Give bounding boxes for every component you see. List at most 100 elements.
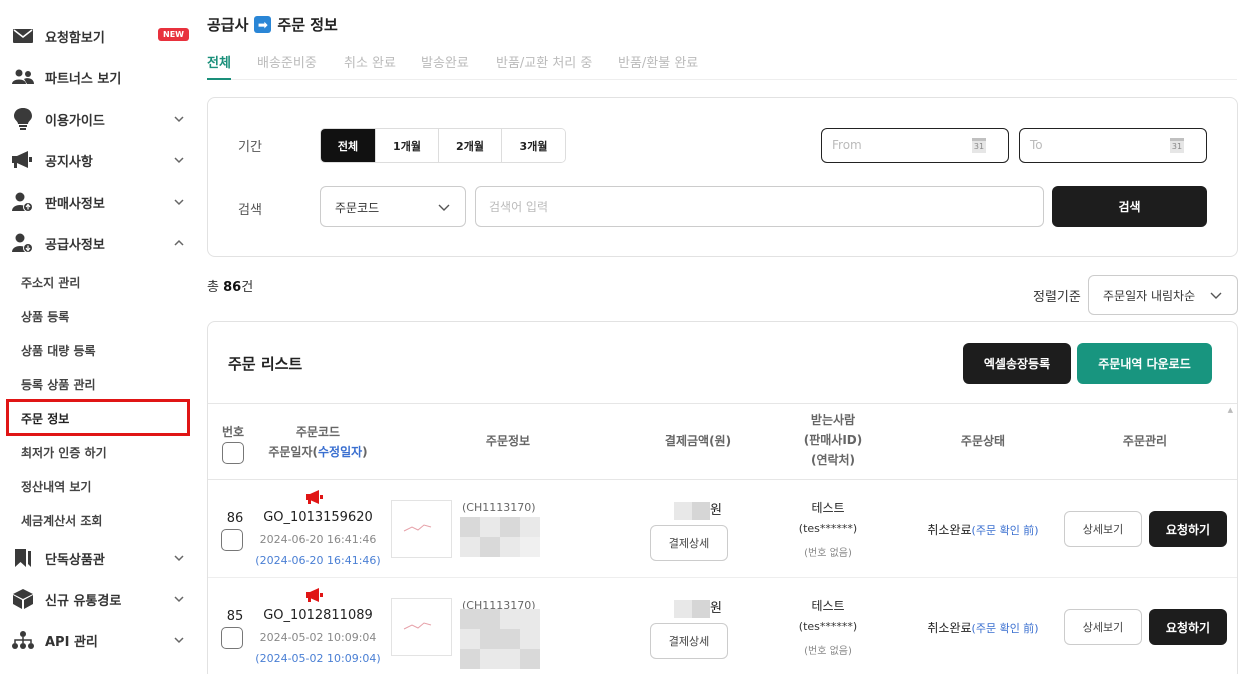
header-code: 주문코드 주문일자(수정일자) [268, 425, 368, 459]
sort-by-modified-link[interactable]: 수정일자 [318, 445, 362, 459]
tab-preparing[interactable]: 배송준비중 [257, 52, 317, 80]
sub-item-label: 주문 정보 [21, 412, 70, 426]
search-button[interactable]: 검색 [1052, 186, 1207, 227]
scroll-up-icon[interactable]: ▲ [1228, 406, 1233, 414]
tab-return-exchange[interactable]: 반품/교환 처리 중 [496, 52, 592, 80]
sidebar-item-label: 공급사정보 [45, 237, 105, 253]
modified-date: (2024-06-20 16:41:46) [255, 554, 381, 567]
search-type-select[interactable]: 주문코드 [320, 186, 466, 227]
sidebar-item-label: 요청함보기 [45, 30, 105, 46]
sidebar-item-api[interactable]: API 관리 [0, 620, 196, 660]
arrow-right-icon: ➡ [254, 16, 272, 33]
order-download-button[interactable]: 주문내역 다운로드 [1077, 343, 1212, 384]
sub-item-product-register[interactable]: 상품 등록 [21, 308, 69, 325]
table-header: 번호 주문코드 주문일자(수정일자) 주문정보 결제금액(원) 받는사람 (판매… [208, 403, 1237, 480]
user-download-icon [12, 232, 34, 254]
sidebar-item-notice[interactable]: 공지사항 [0, 140, 196, 180]
chevron-down-icon [1210, 292, 1222, 299]
order-code-cell: GO_1013159620 2024-06-20 16:41:46 (2024-… [253, 481, 383, 578]
view-detail-button[interactable]: 상세보기 [1064, 511, 1142, 547]
sidebar-item-partners[interactable]: 파트너스 보기 [0, 57, 196, 97]
sidebar-item-channel[interactable]: 신규 유통경로 [0, 579, 196, 619]
period-1month-button[interactable]: 1개월 [376, 129, 439, 162]
sub-item-tax-invoice[interactable]: 세금계산서 조회 [21, 512, 102, 529]
sidebar-item-requests[interactable]: 요청함보기 NEW [0, 16, 196, 56]
calendar-icon[interactable]: 31 [972, 138, 986, 153]
request-button[interactable]: 요청하기 [1149, 511, 1227, 547]
order-date: 2024-05-02 10:09:04 [259, 631, 377, 644]
payment-amount: 원 [648, 597, 748, 618]
payment-detail-button[interactable]: 결제상세 [650, 525, 728, 561]
amount-redacted [674, 599, 711, 618]
row-checkbox[interactable] [221, 627, 243, 649]
date-to-input[interactable]: To 31 [1019, 128, 1207, 163]
select-all-checkbox[interactable] [222, 442, 244, 464]
order-status: 취소완료(주문 확인 前) [927, 523, 1039, 537]
sub-item-lowest-price[interactable]: 최저가 인증 하기 [21, 444, 107, 461]
order-date: 2024-06-20 16:41:46 [259, 533, 377, 546]
sidebar-item-guide[interactable]: 이용가이드 [0, 99, 196, 139]
view-detail-button[interactable]: 상세보기 [1064, 609, 1142, 645]
megaphone-icon [306, 588, 323, 602]
calendar-icon[interactable]: 31 [1170, 138, 1184, 153]
payment-detail-button[interactable]: 결제상세 [650, 623, 728, 659]
order-list-panel: 주문 리스트 엑셀송장등록 주문내역 다운로드 번호 주문코드 주문일자(수정일… [207, 321, 1238, 674]
receiver-name: 테스트 [811, 599, 845, 613]
order-list-title: 주문 리스트 [228, 355, 303, 373]
chart-thumbnail-icon [403, 622, 432, 630]
tab-cancelled[interactable]: 취소 완료 [344, 52, 396, 80]
sub-item-order-info[interactable]: 주문 정보 [6, 399, 190, 436]
search-type-value: 주문코드 [335, 201, 380, 215]
header-manage: 주문관리 [1122, 434, 1168, 448]
lightbulb-icon [12, 108, 34, 130]
search-label: 검색 [238, 203, 262, 218]
sidebar-item-label: 신규 유통경로 [45, 593, 122, 609]
tab-return-refund[interactable]: 반품/환불 완료 [618, 52, 698, 80]
date-to-placeholder: To [1030, 138, 1043, 152]
header-info: 주문정보 [485, 434, 531, 448]
sidebar-item-label: API 관리 [45, 634, 98, 650]
status-detail-link[interactable]: (주문 확인 前) [972, 524, 1039, 537]
seller-id: (tes******) [798, 620, 858, 633]
sub-item-manage-products[interactable]: 등록 상품 관리 [21, 376, 96, 393]
page-title-main: 주문 정보 [277, 16, 338, 34]
product-name-redacted [460, 609, 540, 669]
page-title: 공급사 ➡ 주문 정보 [207, 14, 338, 35]
sort-value: 주문일자 내림차순 [1103, 289, 1196, 303]
sub-item-settlement[interactable]: 정산내역 보기 [21, 478, 91, 495]
product-code: (CH1113170) [462, 501, 536, 514]
period-all-button[interactable]: 전체 [321, 129, 376, 162]
row-checkbox[interactable] [221, 529, 243, 551]
sidebar-item-supplier-info[interactable]: 공급사정보 [0, 223, 196, 263]
row-number: 86 [226, 511, 244, 526]
status-detail-link[interactable]: (주문 확인 前) [972, 622, 1039, 635]
period-label: 기간 [238, 140, 262, 155]
tab-shipped[interactable]: 발송완료 [421, 52, 469, 80]
sub-item-bulk-register[interactable]: 상품 대량 등록 [21, 342, 96, 359]
sidebar-item-seller-info[interactable]: 판매사정보 [0, 182, 196, 222]
excel-invoice-upload-button[interactable]: 엑셀송장등록 [963, 343, 1071, 384]
request-button[interactable]: 요청하기 [1149, 609, 1227, 645]
tab-all[interactable]: 전체 [207, 52, 231, 80]
chevron-up-icon [174, 239, 184, 246]
order-code: GO_1012811089 [263, 608, 373, 623]
total-number: 86 [223, 280, 242, 295]
product-thumbnail[interactable] [391, 500, 452, 558]
period-3month-button[interactable]: 3개월 [502, 129, 565, 162]
sidebar-item-label: 단독상품관 [45, 552, 105, 568]
search-input[interactable] [475, 186, 1044, 227]
date-from-input[interactable]: From 31 [821, 128, 1009, 163]
payment-amount: 원 [648, 499, 748, 520]
chevron-down-icon [174, 555, 184, 562]
period-2month-button[interactable]: 2개월 [439, 129, 502, 162]
sub-item-address[interactable]: 주소지 관리 [21, 274, 80, 291]
bookmark-icon [12, 547, 34, 569]
order-code-cell: GO_1012811089 2024-05-02 10:09:04 (2024-… [253, 579, 383, 674]
header-receiver: 받는사람 (판매사ID) (연락처) [803, 413, 863, 467]
product-name-redacted [460, 517, 540, 557]
sidebar-item-exclusive[interactable]: 단독상품관 [0, 538, 196, 578]
period-selector: 전체 1개월 2개월 3개월 [320, 128, 566, 163]
product-thumbnail[interactable] [391, 598, 452, 656]
sort-select[interactable]: 주문일자 내림차순 [1088, 275, 1238, 315]
amount-redacted [674, 501, 711, 520]
